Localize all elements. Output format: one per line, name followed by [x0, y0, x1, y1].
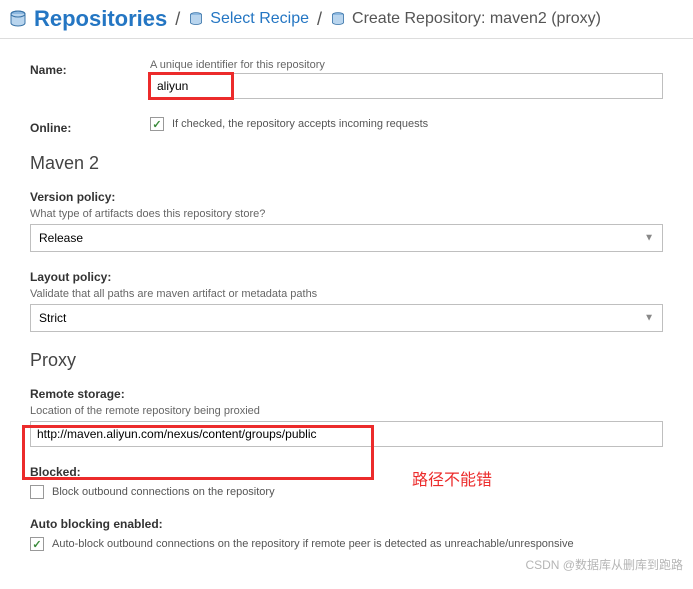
online-label: Online: — [30, 117, 150, 135]
annotation-text: 路径不能错 — [412, 466, 492, 490]
auto-blocking-text: Auto-block outbound connections on the r… — [52, 538, 574, 550]
remote-storage-block: Remote storage: Location of the remote r… — [30, 387, 663, 447]
form-body: Name: A unique identifier for this repos… — [0, 39, 693, 579]
online-row: Online: If checked, the repository accep… — [30, 117, 663, 135]
database-icon — [188, 11, 204, 27]
name-hint: A unique identifier for this repository — [150, 59, 663, 71]
remote-storage-input[interactable] — [30, 421, 663, 447]
proxy-section-title: Proxy — [30, 350, 663, 371]
select-value: Strict — [39, 311, 66, 325]
blocked-text: Block outbound connections on the reposi… — [52, 486, 275, 498]
breadcrumb-separator: / — [317, 9, 322, 30]
auto-blocking-label: Auto blocking enabled: — [30, 517, 663, 531]
layout-policy-label: Layout policy: — [30, 270, 663, 284]
breadcrumb-text: Repositories — [34, 6, 167, 32]
breadcrumb-text: Create Repository: maven2 (proxy) — [352, 10, 601, 28]
version-policy-block: Version policy: What type of artifacts d… — [30, 190, 663, 252]
name-row: Name: A unique identifier for this repos… — [30, 59, 663, 99]
blocked-block: Blocked: Block outbound connections on t… — [30, 465, 663, 499]
breadcrumb-repositories[interactable]: Repositories — [8, 6, 167, 32]
online-text: If checked, the repository accepts incom… — [172, 118, 428, 130]
maven-section-title: Maven 2 — [30, 153, 663, 174]
layout-policy-hint: Validate that all paths are maven artifa… — [30, 288, 663, 300]
breadcrumb-separator: / — [175, 9, 180, 30]
select-value: Release — [39, 231, 83, 245]
chevron-down-icon: ▼ — [644, 233, 654, 244]
version-policy-hint: What type of artifacts does this reposit… — [30, 208, 663, 220]
breadcrumb-text: Select Recipe — [210, 10, 309, 28]
blocked-label: Blocked: — [30, 465, 663, 479]
auto-blocking-checkbox[interactable] — [30, 537, 44, 551]
layout-policy-select[interactable]: Strict ▼ — [30, 304, 663, 332]
name-label: Name: — [30, 59, 150, 77]
remote-storage-label: Remote storage: — [30, 387, 663, 401]
name-input[interactable] — [150, 73, 663, 99]
online-checkbox[interactable] — [150, 117, 164, 131]
version-policy-label: Version policy: — [30, 190, 663, 204]
chevron-down-icon: ▼ — [644, 313, 654, 324]
layout-policy-block: Layout policy: Validate that all paths a… — [30, 270, 663, 332]
remote-storage-hint: Location of the remote repository being … — [30, 405, 663, 417]
auto-blocking-block: Auto blocking enabled: Auto-block outbou… — [30, 517, 663, 551]
blocked-checkbox[interactable] — [30, 485, 44, 499]
database-icon — [330, 11, 346, 27]
version-policy-select[interactable]: Release ▼ — [30, 224, 663, 252]
breadcrumb-create-repo: Create Repository: maven2 (proxy) — [330, 10, 601, 28]
database-icon — [8, 9, 28, 29]
breadcrumb-select-recipe[interactable]: Select Recipe — [188, 10, 309, 28]
breadcrumb: Repositories / Select Recipe / Create Re… — [0, 0, 693, 39]
